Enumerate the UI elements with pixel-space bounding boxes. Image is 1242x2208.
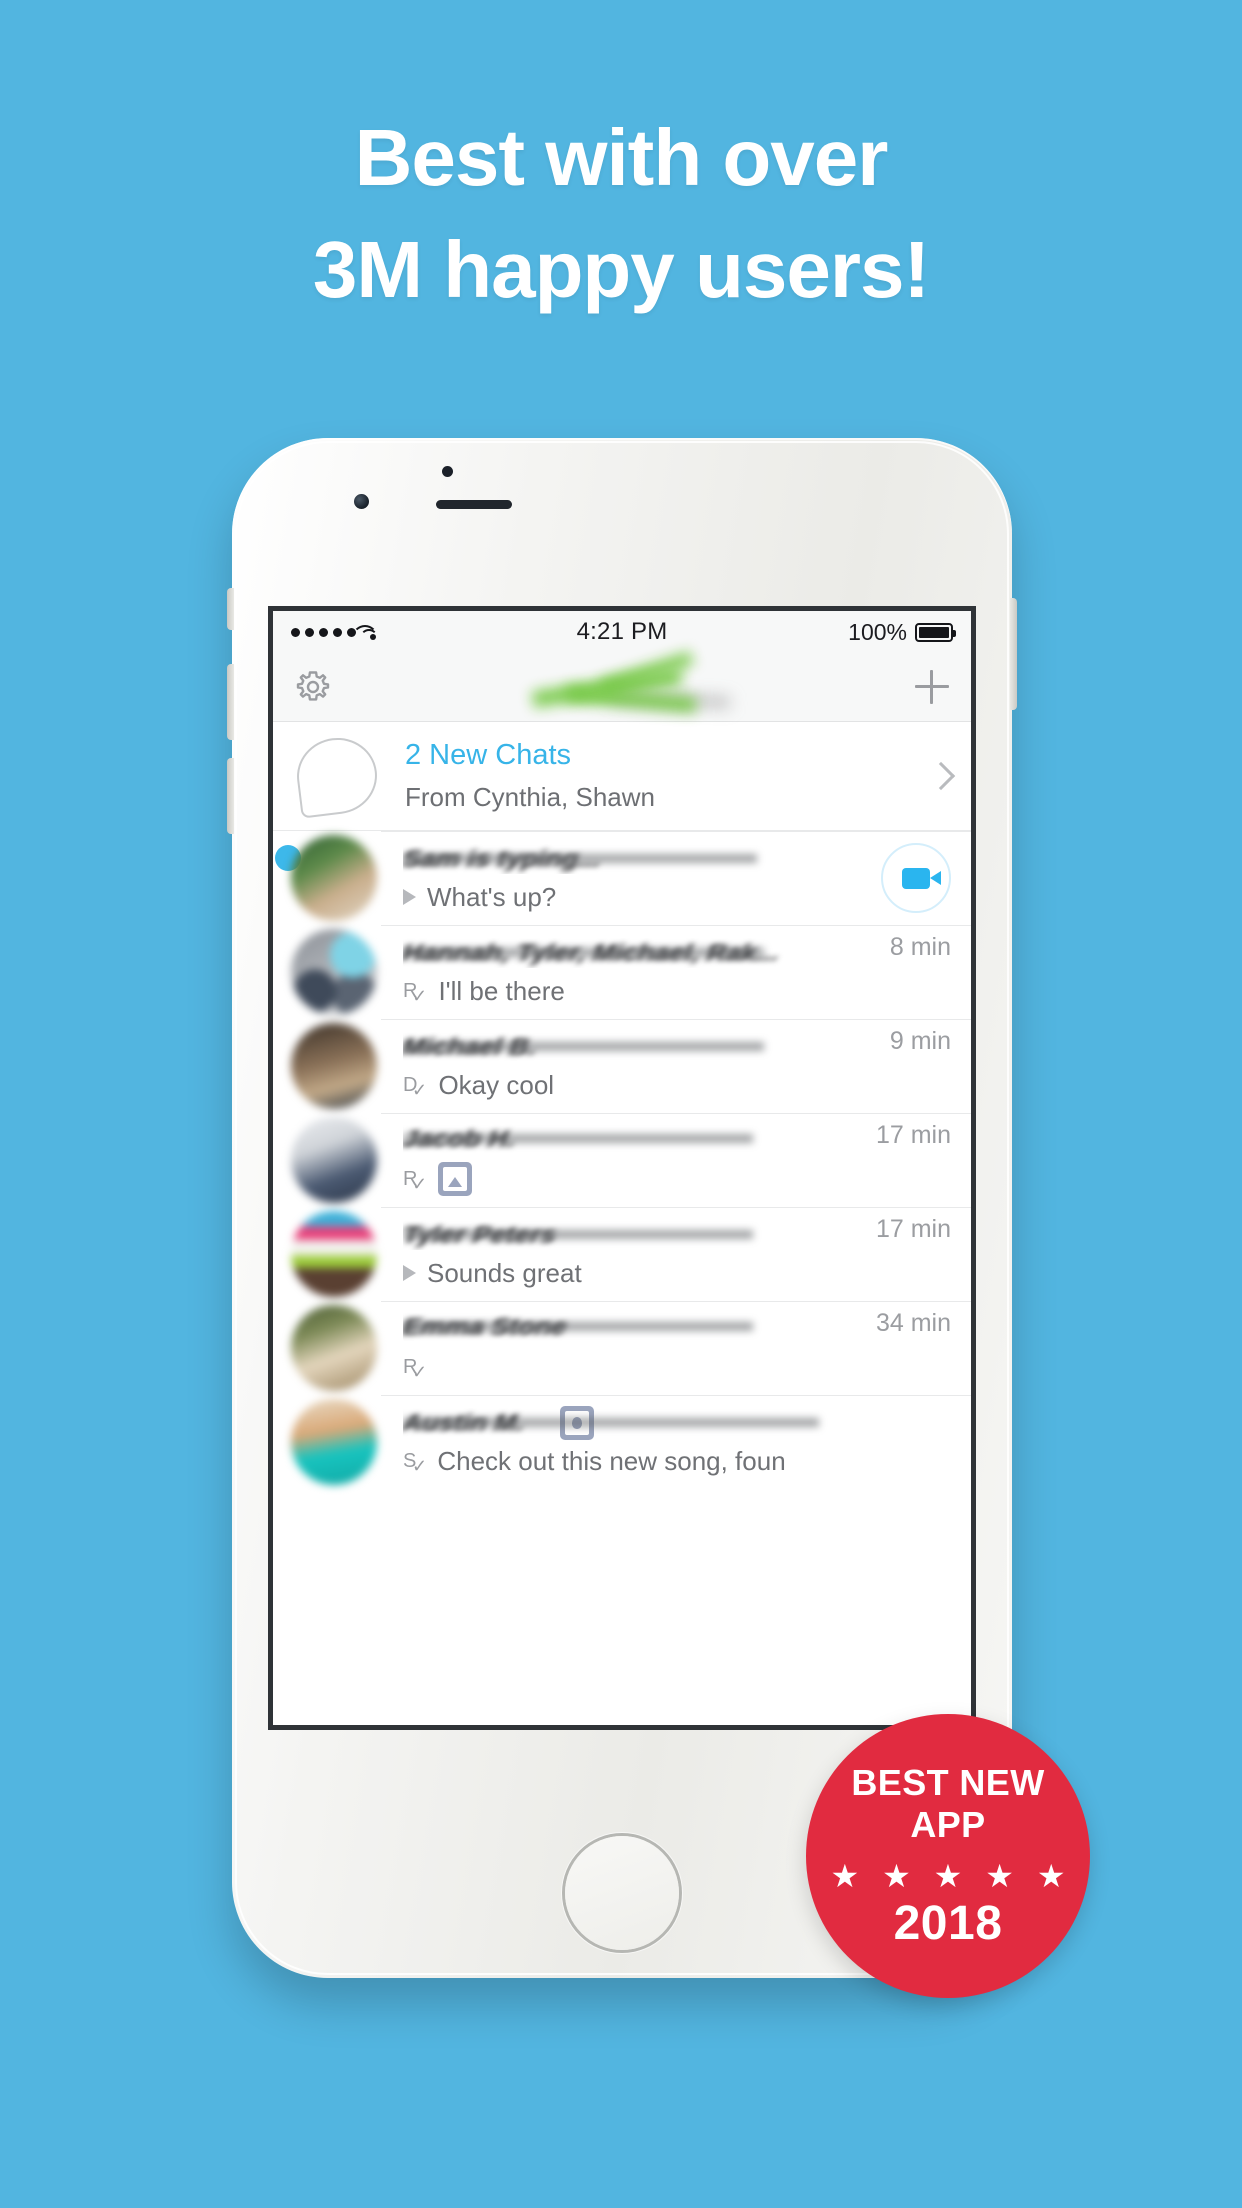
battery-icon [915, 622, 956, 642]
message-preview: R [403, 1350, 864, 1440]
timestamp: 34 min [875, 1309, 951, 1337]
new-chats-title: 2 New Chats [405, 739, 572, 771]
avatar[interactable] [291, 1117, 377, 1203]
list-item[interactable]: Jacob H. R 17 min [273, 1113, 971, 1207]
contact-name: Jacob H. [403, 1124, 864, 1154]
message-preview: What's up? [403, 882, 869, 913]
contact-name: Hannah, Tyler, Michael, Rak... [403, 938, 878, 968]
preview-text: What's up? [427, 881, 557, 912]
status-bar: 4:21 PM 100% [273, 611, 971, 653]
conversation-text: Tyler Peters Sounds great [403, 1220, 864, 1289]
new-chats-row[interactable]: 2 New Chats From Cynthia, Shawn [273, 722, 971, 831]
gear-icon[interactable] [295, 669, 331, 705]
home-button[interactable] [565, 1836, 679, 1950]
timestamp: 17 min [875, 1215, 951, 1243]
preview-text: I'll be there [438, 975, 565, 1006]
row-divider [381, 1019, 971, 1020]
power-button[interactable] [1010, 598, 1017, 710]
conversation-text: Michael B. D Okay cool [403, 1032, 878, 1101]
list-item[interactable]: Michael B. D Okay cool 9 min [273, 1019, 971, 1113]
status-bar-clock: 4:21 PM [576, 618, 668, 645]
message-preview: D Okay cool [403, 1070, 878, 1101]
avatar[interactable] [291, 1023, 377, 1109]
app-logo [502, 651, 742, 716]
message-preview: Sounds great [403, 1258, 864, 1289]
avatar[interactable] [291, 1211, 377, 1297]
proximity-sensor-icon [442, 466, 453, 477]
app-bar [273, 651, 971, 722]
avatar[interactable] [291, 929, 377, 1015]
conversation-text: Jacob H. R [403, 1124, 864, 1196]
preview-text: Okay cool [438, 1069, 555, 1100]
received-check-icon: R [403, 1357, 428, 1381]
row-divider [381, 1207, 971, 1208]
plus-icon[interactable] [915, 670, 949, 704]
list-item[interactable]: Emma Stone R 34 min [273, 1301, 971, 1440]
timestamp: 9 min [889, 1027, 951, 1055]
headline-line-1: Best with over [354, 113, 889, 202]
preview-text: Check out this new song, foun [437, 1445, 786, 1476]
volume-down-button[interactable] [227, 758, 234, 834]
list-item[interactable]: Sam is typing... What's up? [273, 831, 971, 925]
delivered-check-icon: D [403, 1075, 428, 1099]
list-item[interactable]: Hannah, Tyler, Michael, Rak... R I'll be… [273, 925, 971, 1019]
silent-switch[interactable] [227, 588, 234, 630]
sent-check-icon: S [403, 1451, 427, 1475]
preview-text: Sounds great [427, 1257, 582, 1288]
new-chats-subtitle: From Cynthia, Shawn [405, 782, 655, 812]
row-divider [381, 1301, 971, 1302]
earpiece-speaker [436, 500, 512, 509]
image-thumb-icon [438, 1162, 473, 1196]
row-divider [381, 831, 971, 832]
award-badge: BEST NEW APP ★ ★ ★ ★ ★ 2018 [806, 1714, 1090, 1998]
new-chats-text: 2 New Chats From Cynthia, Shawn [405, 739, 655, 813]
award-title: BEST NEW APP [851, 1761, 1045, 1845]
contact-name: Emma Stone [403, 1312, 864, 1342]
received-check-icon: R [403, 1169, 428, 1193]
conversation-text: Austin M. S Check out this new song, fou… [403, 1408, 951, 1477]
avatar[interactable] [291, 1305, 377, 1391]
star-rating-icon: ★ ★ ★ ★ ★ [830, 1857, 1073, 1894]
front-camera-icon [354, 494, 369, 509]
timestamp: 17 min [875, 1121, 951, 1149]
phone-screen: 4:21 PM 100% 2 New Chats From Cynthia, S… [268, 606, 976, 1730]
contact-name: Tyler Peters [403, 1220, 864, 1250]
avatar[interactable] [291, 1399, 377, 1485]
row-divider [381, 925, 971, 926]
received-check-icon: R [403, 981, 428, 1005]
promo-screenshot: Best with over 3M happy users! 4:21 PM 1… [0, 0, 1242, 2208]
conversation-list: 2 New Chats From Cynthia, Shawn Sam is t… [273, 722, 971, 1489]
avatar[interactable] [275, 835, 377, 921]
conversation-text: Hannah, Tyler, Michael, Rak... R I'll be… [403, 938, 878, 1007]
chevron-right-icon[interactable] [926, 761, 956, 791]
row-divider [381, 1113, 971, 1114]
row-divider [381, 1395, 971, 1396]
list-item[interactable]: Austin M. S Check out this new song, fou… [273, 1395, 971, 1489]
list-item[interactable]: Tyler Peters Sounds great 17 min [273, 1207, 971, 1301]
message-preview: R I'll be there [403, 976, 878, 1007]
conversation-text: Sam is typing... What's up? [403, 844, 869, 913]
headline-line-2: 3M happy users! [312, 225, 930, 314]
contact-name: Sam is typing... [403, 844, 869, 874]
award-year: 2018 [893, 1896, 1003, 1950]
video-call-icon[interactable] [881, 843, 951, 913]
play-triangle-icon [403, 1265, 416, 1281]
volume-up-button[interactable] [227, 664, 234, 740]
chat-bubble-icon [292, 733, 382, 819]
conversation-text: Emma Stone R [403, 1312, 864, 1440]
contact-name: Austin M. [403, 1408, 951, 1438]
message-preview: R [403, 1162, 864, 1196]
contact-name: Michael B. [403, 1032, 878, 1062]
page-title: Best with over 3M happy users! [0, 102, 1242, 326]
message-preview: S Check out this new song, foun [403, 1446, 951, 1477]
play-triangle-icon [403, 889, 416, 905]
timestamp: 8 min [889, 933, 951, 961]
